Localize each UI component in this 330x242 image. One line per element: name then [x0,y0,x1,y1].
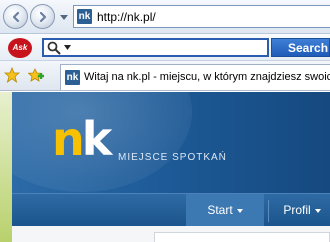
main-menu: Start Profil [12,193,330,227]
logo-letter-k: k [81,112,113,166]
history-dropdown-icon [60,14,68,20]
search-dropdown-icon[interactable] [64,45,71,50]
forward-arrow-icon [39,11,46,22]
logo-letter-n: n [52,112,85,166]
address-toolbar: nk http://nk.pl/ [0,0,330,34]
forward-button[interactable] [30,4,55,29]
nk-logo[interactable]: nk [52,116,112,162]
menu-item-start[interactable]: Start [186,194,264,227]
site-tagline: MIEJSCE SPOTKAŃ [118,152,227,163]
address-field[interactable]: nk http://nk.pl/ [73,5,330,28]
search-toolbar: Ask Search [0,34,330,61]
favorites-star-icon[interactable] [4,67,20,83]
add-favorites-icon[interactable] [28,67,44,83]
menu-item-label: Start [207,203,233,217]
back-arrow-icon [12,11,19,22]
site-favicon-icon: nk [77,9,92,24]
ask-logo[interactable]: Ask [8,38,32,58]
search-input[interactable] [42,38,269,57]
chevron-down-icon [236,208,243,213]
menu-item-profil[interactable]: Profil [274,194,330,227]
back-button[interactable] [3,4,28,29]
content-panel [154,232,330,242]
menu-item-label: Profil [283,203,311,217]
chevron-down-icon [314,208,321,213]
tab-nk[interactable]: nk Witaj na nk.pl - miejscu, w którym zn… [60,64,330,90]
tab-favicon-icon: nk [65,70,80,85]
search-icon [47,41,61,55]
tab-toolbar: nk Witaj na nk.pl - miejscu, w którym zn… [0,61,330,91]
content-area [12,226,330,242]
tab-title: Witaj na nk.pl - miejscu, w którym znajd… [84,71,330,83]
left-sidebar-strip [0,92,12,242]
menu-divider [268,200,269,222]
history-dropdown-button[interactable] [58,11,70,23]
address-url[interactable]: http://nk.pl/ [97,10,156,24]
search-button[interactable]: Search [271,38,330,57]
site-header: nk MIEJSCE SPOTKAŃ [12,92,330,193]
page-content: nk MIEJSCE SPOTKAŃ Start Profil [0,92,330,242]
